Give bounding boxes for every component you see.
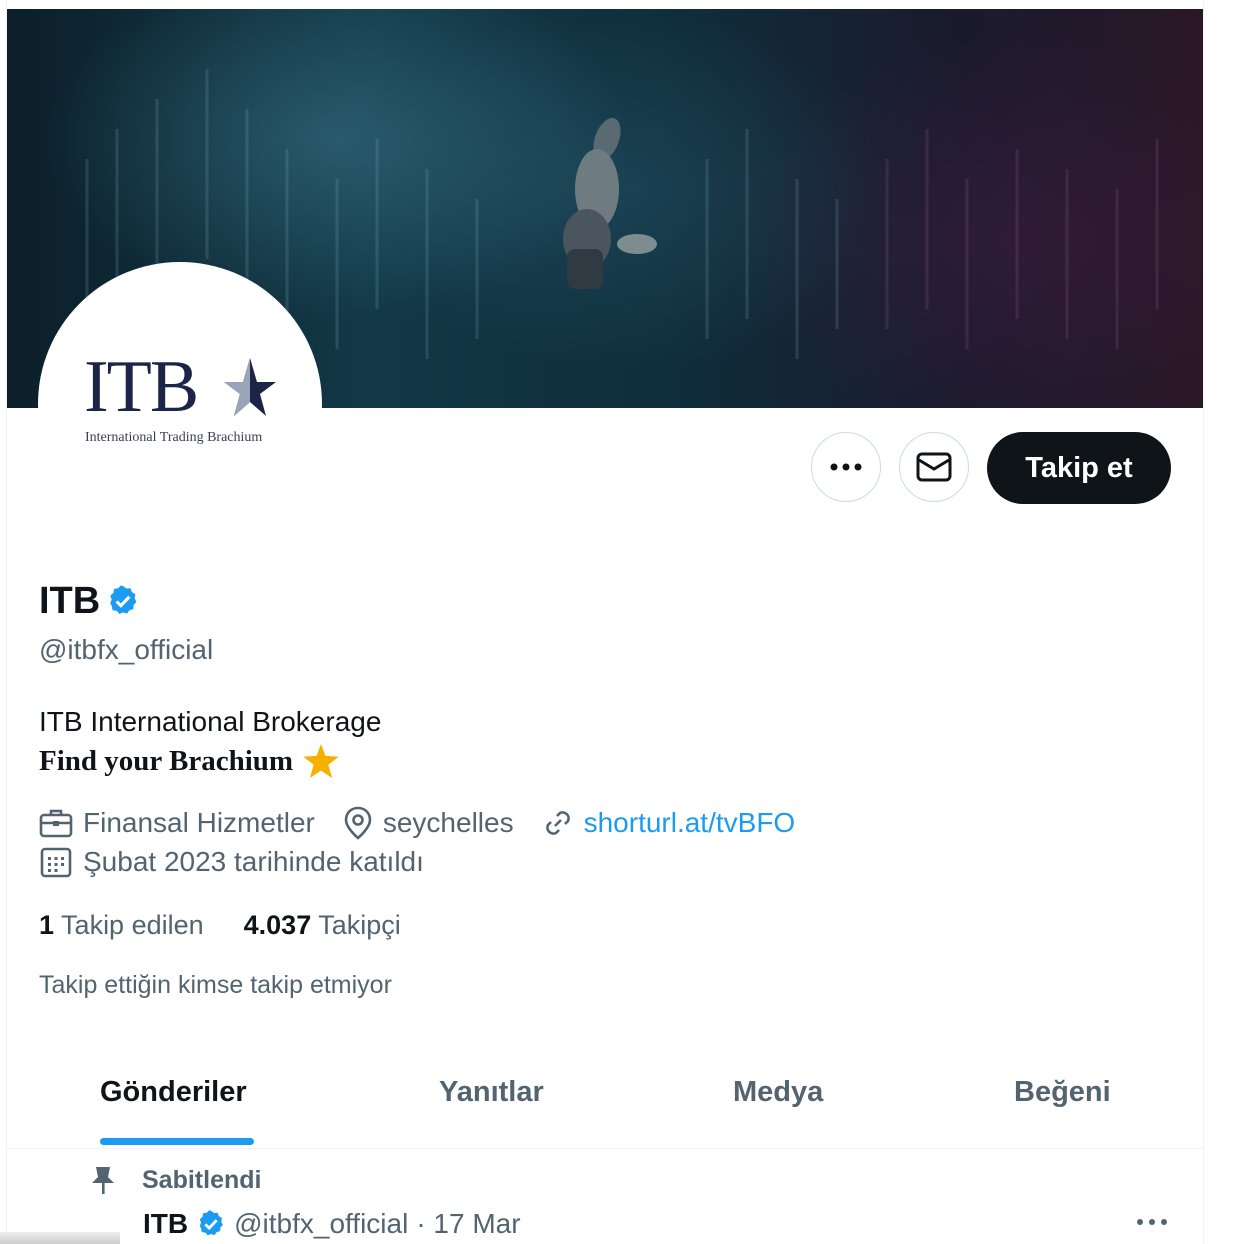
following-count: 1 (39, 910, 55, 940)
tab-media[interactable]: Medya (733, 1076, 823, 1109)
following-link[interactable]: 1 Takip edilen (39, 910, 204, 941)
tab-likes[interactable]: Beğeni (1014, 1076, 1111, 1109)
follow-button[interactable]: Takip et (987, 432, 1171, 504)
post-header: ITB @itbfx_official · 17 Mar (143, 1208, 521, 1240)
post-date[interactable]: · 17 Mar (416, 1208, 520, 1240)
followers-you-know-note: Takip ettiğin kimse takip etmiyor (39, 971, 392, 999)
follow-stats: 1 Takip edilen 4.037 Takipçi (39, 910, 401, 941)
profile-handle: @itbfx_official (39, 634, 214, 665)
logo-wordmark: ITB (84, 346, 199, 428)
profile-meta-row-1: Finansal Hizmetler seychelles shorturl.a… (39, 806, 823, 840)
followers-link[interactable]: 4.037 Takipçi (244, 910, 401, 941)
link-icon (545, 811, 570, 835)
more-dots-icon (830, 463, 862, 471)
tab-replies[interactable]: Yanıtlar (439, 1076, 544, 1109)
itb-logo: ITB International Trading Brachium (38, 262, 322, 546)
meta-location: seychelles (343, 806, 514, 840)
logo-star-icon (224, 358, 276, 416)
profile-name: ITB (39, 580, 101, 622)
meta-joined: Şubat 2023 tarihinde katıldı (39, 846, 424, 878)
website-link[interactable]: shorturl.at/tvBFO (584, 807, 796, 839)
verified-badge-icon[interactable] (106, 584, 140, 618)
pinned-label: Sabitlendi (142, 1165, 262, 1194)
post-avatar-edge (0, 1232, 120, 1244)
followers-count: 4.037 (243, 910, 312, 940)
post-author-name[interactable]: ITB (143, 1208, 188, 1240)
message-button[interactable] (899, 432, 969, 502)
envelope-icon (916, 452, 952, 482)
profile-meta-row-2: Şubat 2023 tarihinde katıldı (39, 846, 452, 878)
location-pin-icon (344, 806, 372, 840)
post-more-button[interactable] (1136, 1214, 1168, 1232)
logo-subtitle: International Trading Brachium (85, 430, 263, 445)
more-options-button[interactable] (811, 432, 881, 502)
active-tab-indicator (100, 1138, 254, 1145)
bio-line-2-row: Find your Brachium (39, 744, 339, 778)
bio-line-1: ITB International Brokerage (39, 706, 382, 737)
bio-line-2: Find your Brachium (39, 744, 294, 777)
category-text: Finansal Hizmetler (83, 807, 315, 838)
profile-tabs: Gönderiler Yanıtlar Medya Beğeni (7, 1062, 1203, 1149)
pin-icon (92, 1167, 114, 1194)
followers-label: Takipçi (318, 910, 401, 940)
tab-posts[interactable]: Gönderiler (100, 1076, 247, 1109)
location-text: seychelles (382, 807, 514, 838)
meta-category: Finansal Hizmetler (39, 807, 315, 839)
pinned-indicator: Sabitlendi (90, 1165, 261, 1195)
profile-avatar[interactable]: ITB International Trading Brachium (38, 262, 322, 546)
calendar-icon (40, 847, 72, 878)
following-label: Takip edilen (61, 910, 204, 940)
star-emoji-icon (303, 744, 339, 778)
meta-website[interactable]: shorturl.at/tvBFO (542, 807, 796, 839)
more-dots-icon (1137, 1219, 1167, 1225)
verified-badge-icon[interactable] (196, 1209, 226, 1239)
briefcase-icon (39, 809, 73, 838)
post-author-handle[interactable]: @itbfx_official (234, 1208, 408, 1240)
joined-text: Şubat 2023 tarihinde katıldı (83, 846, 424, 877)
profile-name-row: ITB (39, 580, 140, 622)
